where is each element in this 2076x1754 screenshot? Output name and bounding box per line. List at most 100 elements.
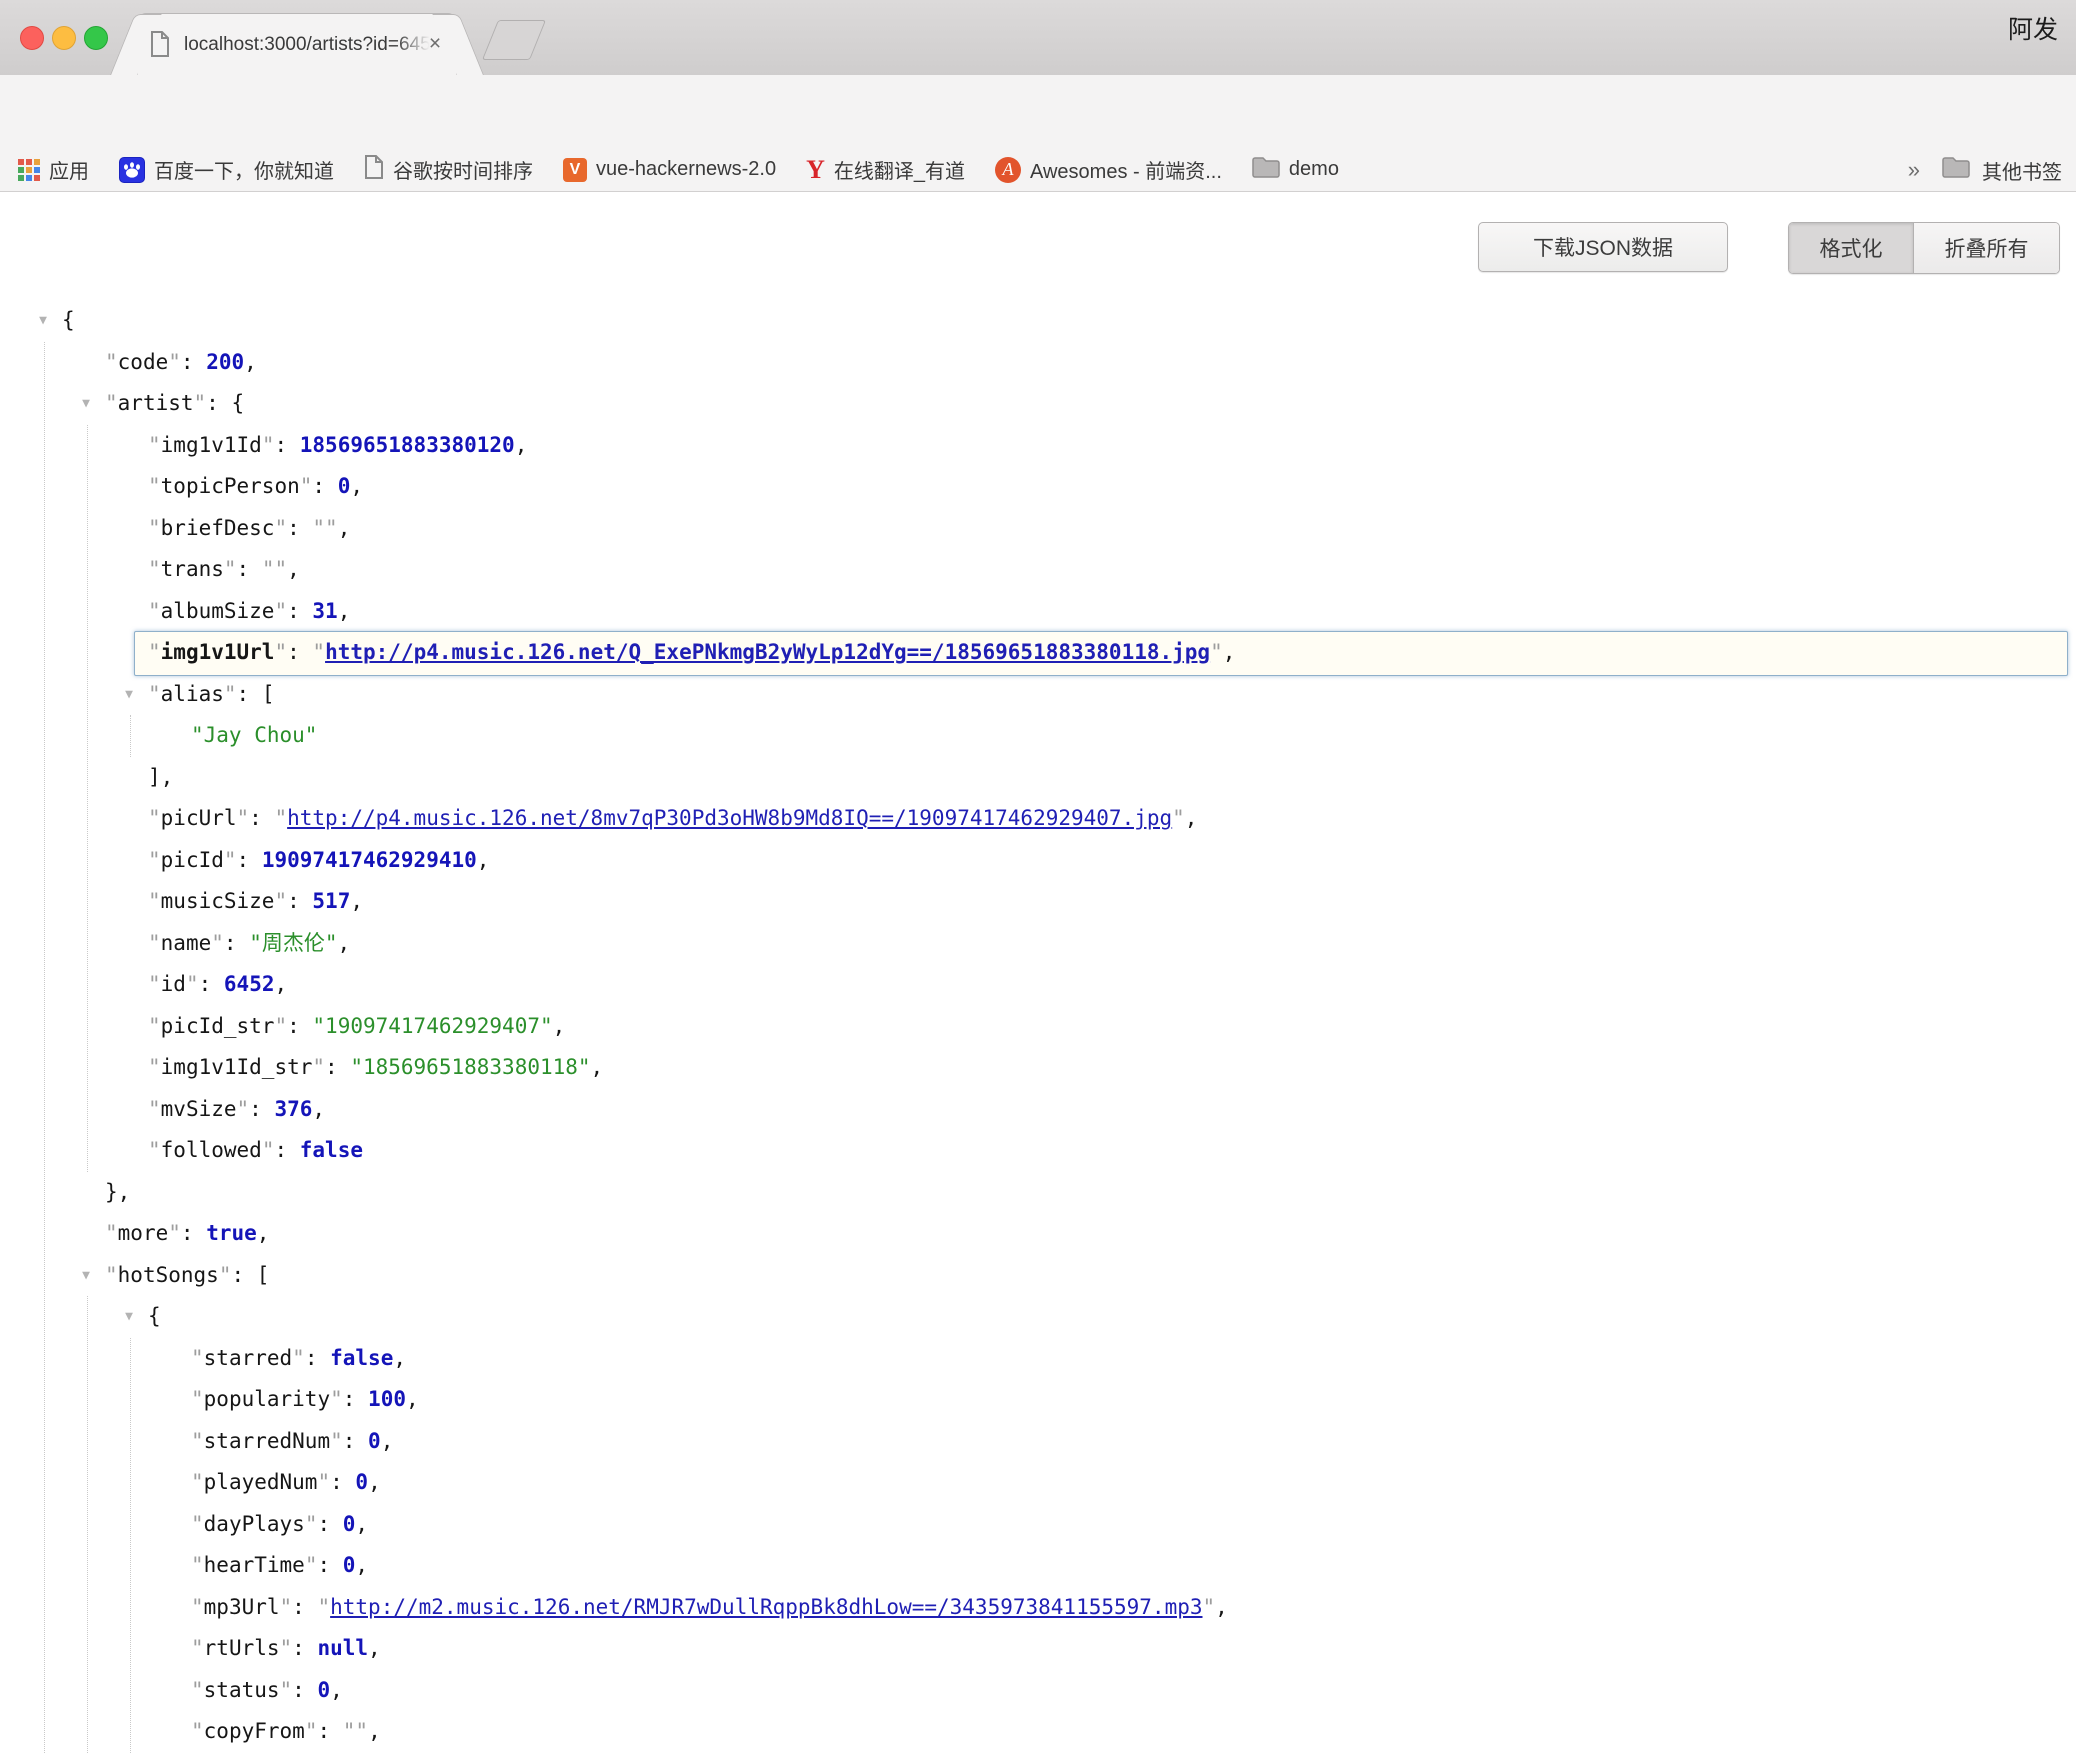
collapse-all-button[interactable]: 折叠所有 bbox=[1913, 223, 2059, 273]
tree-guide-line bbox=[44, 342, 45, 1753]
json-key: img1v1Url bbox=[161, 640, 275, 664]
json-string-value: "19097417462929407" bbox=[312, 1014, 552, 1038]
json-key: playedNum bbox=[204, 1470, 318, 1494]
apps-grid-icon bbox=[18, 159, 40, 181]
json-key: trans bbox=[161, 557, 224, 581]
json-key: more bbox=[118, 1221, 169, 1245]
json-key: mp3Url bbox=[204, 1595, 280, 1619]
json-line: "hearTime": 0, bbox=[191, 1545, 368, 1587]
json-key: copyFrom bbox=[204, 1719, 305, 1743]
bookmark-item[interactable]: 百度一下，你就知道 bbox=[119, 155, 334, 184]
folder-icon bbox=[1942, 156, 1970, 184]
json-key: alias bbox=[161, 682, 224, 706]
toolbar: localhost:3000/artists?id=6452 英en⤴⤵ FE … bbox=[0, 75, 2076, 148]
format-button[interactable]: 格式化 bbox=[1789, 223, 1913, 273]
json-line: "hotSongs": [ bbox=[105, 1255, 269, 1297]
collapse-toggle-icon[interactable]: ▼ bbox=[32, 300, 54, 342]
collapse-toggle-icon[interactable]: ▼ bbox=[75, 383, 97, 425]
bookmarks-right-group: » 其他书签 bbox=[1908, 148, 2062, 192]
json-key: starred bbox=[204, 1346, 293, 1370]
json-line: "popularity": 100, bbox=[191, 1379, 419, 1421]
json-key: albumSize bbox=[161, 599, 275, 623]
json-key: picId bbox=[161, 848, 224, 872]
json-key: img1v1Id bbox=[161, 433, 262, 457]
download-json-button[interactable]: 下载JSON数据 bbox=[1478, 222, 1728, 272]
json-key: topicPerson bbox=[161, 474, 300, 498]
page-favicon-icon bbox=[150, 31, 170, 62]
bookmarks-overflow-chevron[interactable]: » bbox=[1908, 157, 1920, 183]
collapse-toggle-icon[interactable]: ▼ bbox=[118, 1296, 140, 1338]
json-line: "img1v1Id_str": "18569651883380118", bbox=[148, 1047, 603, 1089]
bookmark-label: 应用 bbox=[49, 155, 89, 184]
bookmark-item[interactable]: demo bbox=[1252, 156, 1339, 184]
json-string-value: "18569651883380118" bbox=[350, 1055, 590, 1079]
other-bookmarks-label[interactable]: 其他书签 bbox=[1982, 156, 2062, 185]
bookmark-label: vue-hackernews-2.0 bbox=[596, 158, 776, 181]
collapse-toggle-icon[interactable]: ▼ bbox=[75, 1255, 97, 1297]
json-line: "artist": { bbox=[105, 383, 244, 425]
bookmark-label: Awesomes - 前端资... bbox=[1030, 155, 1222, 184]
json-key: name bbox=[161, 931, 212, 955]
close-window-button[interactable] bbox=[20, 26, 44, 50]
youdao-icon: Y bbox=[806, 157, 825, 183]
bookmark-label: demo bbox=[1289, 158, 1339, 181]
json-line: "picId_str": "19097417462929407", bbox=[148, 1006, 565, 1048]
bookmark-label: 百度一下，你就知道 bbox=[154, 155, 334, 184]
bookmark-item[interactable]: AAwesomes - 前端资... bbox=[995, 155, 1222, 184]
json-key: artist bbox=[118, 391, 194, 415]
json-line: "alias": [ bbox=[148, 674, 274, 716]
bookmark-label: 谷歌按时间排序 bbox=[393, 155, 533, 184]
json-line: }, bbox=[105, 1172, 130, 1214]
json-line: "picUrl": "http://p4.music.126.net/8mv7q… bbox=[148, 798, 1197, 840]
json-line: "topicPerson": 0, bbox=[148, 466, 363, 508]
json-line: "copyFrom": "", bbox=[191, 1711, 381, 1753]
json-string-value: "周杰伦" bbox=[249, 931, 337, 955]
bookmark-item[interactable]: 谷歌按时间排序 bbox=[364, 155, 533, 185]
folder-icon bbox=[1252, 156, 1280, 184]
json-line: "img1v1Url": "http://p4.music.126.net/Q_… bbox=[148, 632, 1235, 674]
collapse-toggle-icon[interactable]: ▼ bbox=[118, 674, 140, 716]
json-line: "name": "周杰伦", bbox=[148, 923, 350, 965]
json-line: "playedNum": 0, bbox=[191, 1462, 381, 1504]
json-key: picId_str bbox=[161, 1014, 275, 1038]
profile-name[interactable]: 阿发 bbox=[2008, 10, 2058, 46]
json-key: mvSize bbox=[161, 1097, 237, 1121]
tree-guide-line bbox=[87, 1296, 88, 1753]
vue-icon: V bbox=[563, 158, 587, 182]
json-line: "img1v1Id": 18569651883380120, bbox=[148, 425, 527, 467]
json-key: dayPlays bbox=[204, 1512, 305, 1536]
json-line: "musicSize": 517, bbox=[148, 881, 363, 923]
json-line: "starredNum": 0, bbox=[191, 1421, 393, 1463]
maximize-window-button[interactable] bbox=[84, 26, 108, 50]
json-url-link[interactable]: http://p4.music.126.net/8mv7qP30Pd3oHW8b… bbox=[287, 806, 1172, 830]
json-url-link[interactable]: http://p4.music.126.net/Q_ExePNkmgB2yWyL… bbox=[325, 640, 1210, 664]
browser-tab[interactable]: localhost:3000/artists?id=645 × bbox=[138, 13, 456, 76]
json-key: followed bbox=[161, 1138, 262, 1162]
json-line: "Jay Chou" bbox=[191, 715, 317, 757]
json-key: id bbox=[161, 972, 186, 996]
json-key: briefDesc bbox=[161, 516, 275, 540]
tab-close-icon[interactable]: × bbox=[422, 30, 448, 58]
bookmark-label: 在线翻译_有道 bbox=[834, 155, 965, 184]
json-key: picUrl bbox=[161, 806, 237, 830]
tree-guide-line bbox=[87, 425, 88, 1172]
json-key: popularity bbox=[204, 1387, 330, 1411]
bookmark-item[interactable]: Y 在线翻译_有道 bbox=[806, 155, 965, 184]
json-line: ], bbox=[148, 757, 173, 799]
bookmark-item[interactable]: 应用 bbox=[18, 155, 89, 184]
json-line: "code": 200, bbox=[105, 342, 257, 384]
json-tree: ▼{"code": 200,▼"artist": {"img1v1Id": 18… bbox=[0, 300, 2076, 1754]
tree-guide-line bbox=[130, 715, 131, 757]
json-key: musicSize bbox=[161, 889, 275, 913]
json-key: rtUrls bbox=[204, 1636, 280, 1660]
json-line: "trans": "", bbox=[148, 549, 300, 591]
tree-guide-line bbox=[130, 1338, 131, 1753]
new-tab-button[interactable] bbox=[482, 20, 546, 60]
json-line: "dayPlays": 0, bbox=[191, 1504, 368, 1546]
baidu-paw-icon bbox=[119, 157, 145, 183]
json-url-link[interactable]: http://m2.music.126.net/RMJR7wDullRqppBk… bbox=[330, 1595, 1202, 1619]
minimize-window-button[interactable] bbox=[52, 26, 76, 50]
tab-strip: localhost:3000/artists?id=645 × 阿发 bbox=[0, 0, 2076, 75]
bookmark-item[interactable]: Vvue-hackernews-2.0 bbox=[563, 158, 776, 182]
json-key: hotSongs bbox=[118, 1263, 219, 1287]
